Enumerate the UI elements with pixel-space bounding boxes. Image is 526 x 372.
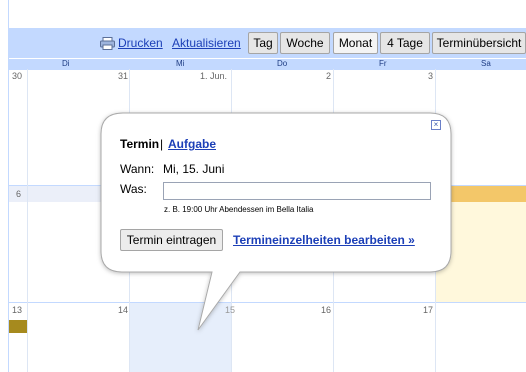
week-row-line xyxy=(9,302,526,303)
week-row-line xyxy=(9,69,526,70)
view-agenda-button[interactable]: Terminübersicht xyxy=(432,32,526,54)
view-week-button[interactable]: Woche xyxy=(280,32,330,54)
day-column-divider xyxy=(231,69,232,372)
saturday-all-day-event[interactable] xyxy=(436,185,526,202)
create-event-button[interactable]: Termin eintragen xyxy=(120,229,223,251)
what-label: Was: xyxy=(120,182,147,196)
day-name-sat: Sa xyxy=(481,59,491,68)
day-number[interactable]: 13 xyxy=(12,305,22,315)
week-number-divider xyxy=(27,69,28,372)
day-column-divider xyxy=(333,69,334,372)
day-number[interactable]: 16 xyxy=(321,305,331,315)
tab-task[interactable]: Aufgabe xyxy=(168,137,216,151)
day-name-fri: Fr xyxy=(379,59,387,68)
day-name-thu: Do xyxy=(277,59,288,68)
view-month-button[interactable]: Monat xyxy=(333,32,378,54)
day-header xyxy=(9,59,526,69)
day-number[interactable]: 2 xyxy=(326,71,331,81)
event-chip[interactable] xyxy=(9,320,27,333)
printer-icon[interactable] xyxy=(100,37,115,50)
when-value: Mi, 15. Juni xyxy=(163,162,225,176)
day-number[interactable]: 1. Jun. xyxy=(200,71,227,81)
tab-separator: | xyxy=(160,137,164,151)
selected-day-cell[interactable] xyxy=(129,302,231,372)
view-day-button[interactable]: Tag xyxy=(248,32,278,54)
day-name-wed: Mi xyxy=(176,59,185,68)
tab-event[interactable]: Termin xyxy=(120,137,159,151)
day-name-tue: Di xyxy=(62,59,70,68)
print-link[interactable]: Drucken xyxy=(118,36,163,50)
when-label: Wann: xyxy=(120,162,155,176)
day-number[interactable]: 15 xyxy=(225,305,235,315)
what-hint: z. B. 19:00 Uhr Abendessen im Bella Ital… xyxy=(164,205,314,214)
day-number[interactable]: 3 xyxy=(428,71,433,81)
edit-event-details-link[interactable]: Termineinzelheiten bearbeiten » xyxy=(233,233,415,247)
day-number[interactable]: 30 xyxy=(12,71,22,81)
event-title-input[interactable] xyxy=(163,182,431,200)
view-4days-button[interactable]: 4 Tage xyxy=(380,32,430,54)
refresh-link[interactable]: Aktualisieren xyxy=(172,36,241,50)
day-number[interactable]: 6 xyxy=(16,189,21,199)
day-column-divider xyxy=(435,69,436,372)
close-icon[interactable]: × xyxy=(431,120,441,130)
day-column-divider xyxy=(129,69,130,372)
day-number[interactable]: 14 xyxy=(118,305,128,315)
day-number[interactable]: 31 xyxy=(118,71,128,81)
saturday-event-span[interactable] xyxy=(436,202,526,302)
day-number[interactable]: 17 xyxy=(423,305,433,315)
